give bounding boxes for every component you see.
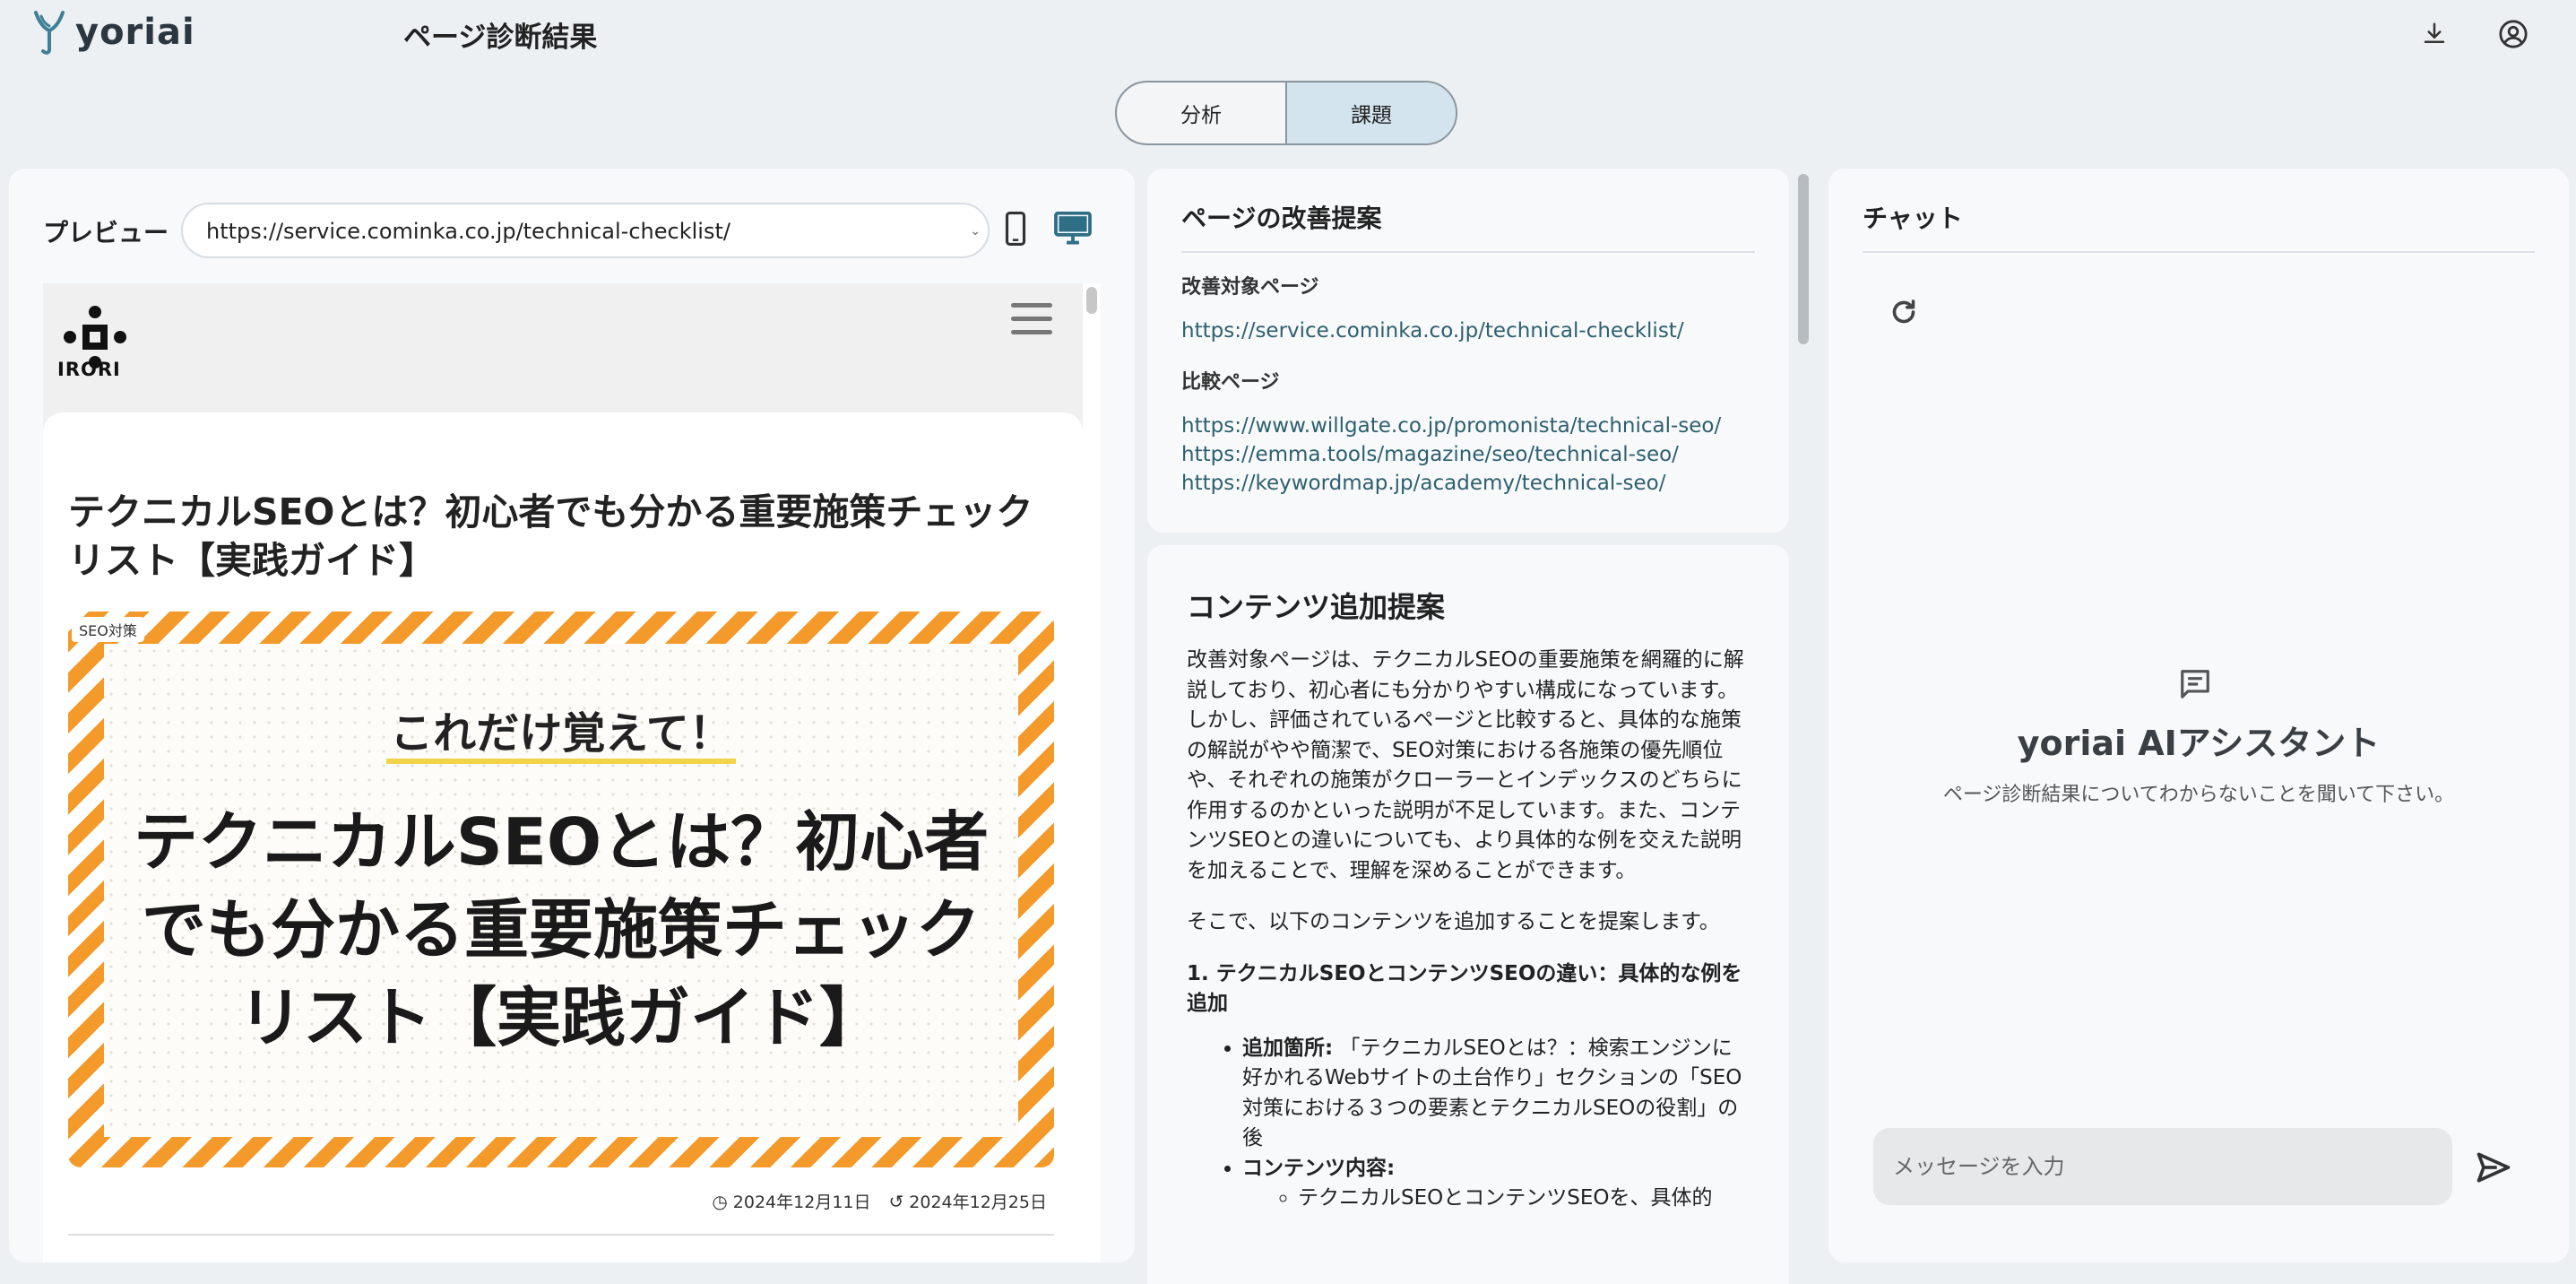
- compare-page-link[interactable]: https://emma.tools/magazine/seo/technica…: [1181, 443, 1679, 466]
- list-item: テクニカルSEOとコンテンツSEOを、具体的: [1298, 1184, 1751, 1214]
- site-preview-frame: IRORI テクニカルSEOとは？初心者でも分かる重要施策チェックリスト【実践ガ…: [43, 283, 1083, 1262]
- preview-label: プレビュー: [43, 218, 169, 247]
- sub-list: テクニカルSEOとコンテンツSEOを、具体的: [1242, 1184, 1751, 1214]
- download-icon[interactable]: [2416, 16, 2452, 52]
- yoriai-logo-icon: [34, 11, 65, 55]
- assistant-name: yoriai AIアシスタント: [2017, 724, 2381, 763]
- updated-date: ↺ 2024年12月25日: [889, 1189, 1047, 1213]
- divider: [1181, 251, 1755, 253]
- chevron-down-icon: ⌄: [970, 224, 981, 239]
- app-logo[interactable]: yoriai: [30, 9, 195, 56]
- hero-line: テクニカルSEOとは？初心者: [133, 804, 990, 880]
- hero-line: でも分かる重要施策チェック: [141, 892, 981, 967]
- scrollbar-thumb[interactable]: [1798, 174, 1809, 344]
- content-label: コンテンツ内容:: [1242, 1156, 1396, 1180]
- divider: [68, 1234, 1054, 1236]
- proposal-paragraph: 改善対象ページは、テクニカルSEOの重要施策を網羅的に解説しており、初心者にも分…: [1187, 648, 1744, 882]
- content-proposal-card: コンテンツ追加提案 改善対象ページは、テクニカルSEOの重要施策を網羅的に解説し…: [1147, 545, 1789, 1284]
- content-proposal-body: 改善対象ページは、テクニカルSEOの重要施策を網羅的に解説しており、初心者にも分…: [1187, 646, 1751, 1214]
- list-item: 追加箇所: 「テクニカルSEOとは？：検索エンジンに好かれるWebサイトの土台作…: [1242, 1034, 1751, 1154]
- compare-page-link[interactable]: https://keywordmap.jp/academy/technical-…: [1181, 472, 1665, 495]
- proposal-item-list: 追加箇所: 「テクニカルSEOとは？：検索エンジンに好かれるWebサイトの土台作…: [1187, 1034, 1751, 1214]
- hero-subtitle: これだけ覚えて！: [104, 698, 1018, 764]
- page-title: ページ診断結果: [403, 22, 598, 54]
- article-title: テクニカルSEOとは？初心者でも分かる重要施策チェックリスト【実践ガイド】: [68, 490, 1033, 582]
- refresh-icon[interactable]: [1888, 296, 1920, 328]
- content-proposal-title: コンテンツ追加提案: [1187, 590, 1446, 624]
- chat-title: チャット: [1863, 204, 1963, 233]
- location-label: 追加箇所:: [1242, 1036, 1334, 1060]
- tab-issues[interactable]: 課題: [1285, 82, 1456, 143]
- published-date-text: 2024年12月11日: [732, 1193, 871, 1212]
- preview-scrollbar[interactable]: [1083, 283, 1101, 1262]
- published-date: ◷ 2024年12月11日: [712, 1189, 870, 1213]
- article-card: テクニカルSEOとは？初心者でも分かる重要施策チェックリスト【実践ガイド】 SE…: [43, 412, 1083, 1262]
- assistant-hint: ページ診断結果についてわからないことを聞いて下さい。: [1942, 784, 2455, 806]
- target-page-link[interactable]: https://service.cominka.co.jp/technical-…: [1181, 319, 1684, 343]
- send-icon[interactable]: [2474, 1148, 2513, 1187]
- updated-date-text: 2024年12月25日: [909, 1193, 1047, 1212]
- proposal-paragraph: そこで、以下のコンテンツを追加することを提案します。: [1187, 910, 1720, 933]
- compare-pages-label: 比較ページ: [1181, 371, 1280, 394]
- message-input[interactable]: [1873, 1128, 2452, 1205]
- preview-url-select[interactable]: https://service.cominka.co.jp/technical-…: [181, 203, 990, 258]
- article-hero-image: SEO対策 これだけ覚えて！ テクニカルSEOとは？初心者 でも分かる重要施策チ…: [68, 612, 1054, 1167]
- hero-category-tag: SEO対策: [72, 617, 144, 642]
- logo-text: yoriai: [75, 12, 195, 53]
- hero-main-title: テクニカルSEOとは？初心者 でも分かる重要施策チェック リスト【実践ガイド】: [104, 798, 1018, 1062]
- compare-page-link[interactable]: https://www.willgate.co.jp/promonista/te…: [1181, 414, 1721, 438]
- divider: [1863, 251, 2535, 253]
- chat-bubble-icon: [2181, 670, 2209, 698]
- chat-panel: チャット yoriai AIアシスタント ページ診断結果についてわからないことを…: [1828, 169, 2569, 1262]
- hamburger-menu-icon[interactable]: [1011, 303, 1052, 339]
- hero-line: リスト【実践ガイド】: [238, 980, 884, 1055]
- suggestion-title: ページの改善提案: [1181, 204, 1382, 233]
- article-dates: ◷ 2024年12月11日 ↺ 2024年12月25日: [712, 1189, 1047, 1213]
- hero-subtitle-text: これだけ覚えて！: [386, 708, 736, 764]
- middle-column-scrollbar[interactable]: [1796, 172, 1811, 1266]
- site-logo-text: IRORI: [57, 359, 121, 380]
- preview-url-value: https://service.cominka.co.jp/technical-…: [206, 219, 730, 244]
- clock-icon: ◷: [712, 1191, 728, 1212]
- history-icon: ↺: [888, 1191, 904, 1212]
- view-tabs: 分析 課題: [1115, 81, 1457, 145]
- proposal-item-heading: 1. テクニカルSEOとコンテンツSEOの違い：具体的な例を追加: [1187, 961, 1742, 1016]
- account-circle-icon[interactable]: [2495, 16, 2531, 52]
- preview-panel: プレビュー https://service.cominka.co.jp/tech…: [9, 169, 1135, 1262]
- scrollbar-thumb[interactable]: [1086, 287, 1097, 314]
- improvement-suggestion-card: ページの改善提案 改善対象ページ https://service.cominka…: [1147, 169, 1789, 533]
- smartphone-icon[interactable]: [995, 206, 1036, 251]
- desktop-icon[interactable]: [1052, 206, 1094, 251]
- list-item: コンテンツ内容: テクニカルSEOとコンテンツSEOを、具体的: [1242, 1154, 1751, 1214]
- hero-inner: これだけ覚えて！ テクニカルSEOとは？初心者 でも分かる重要施策チェック リス…: [104, 644, 1018, 1137]
- tab-analysis[interactable]: 分析: [1117, 82, 1285, 143]
- target-page-label: 改善対象ページ: [1181, 276, 1319, 299]
- top-bar: yoriai ページ診断結果: [0, 0, 2576, 72]
